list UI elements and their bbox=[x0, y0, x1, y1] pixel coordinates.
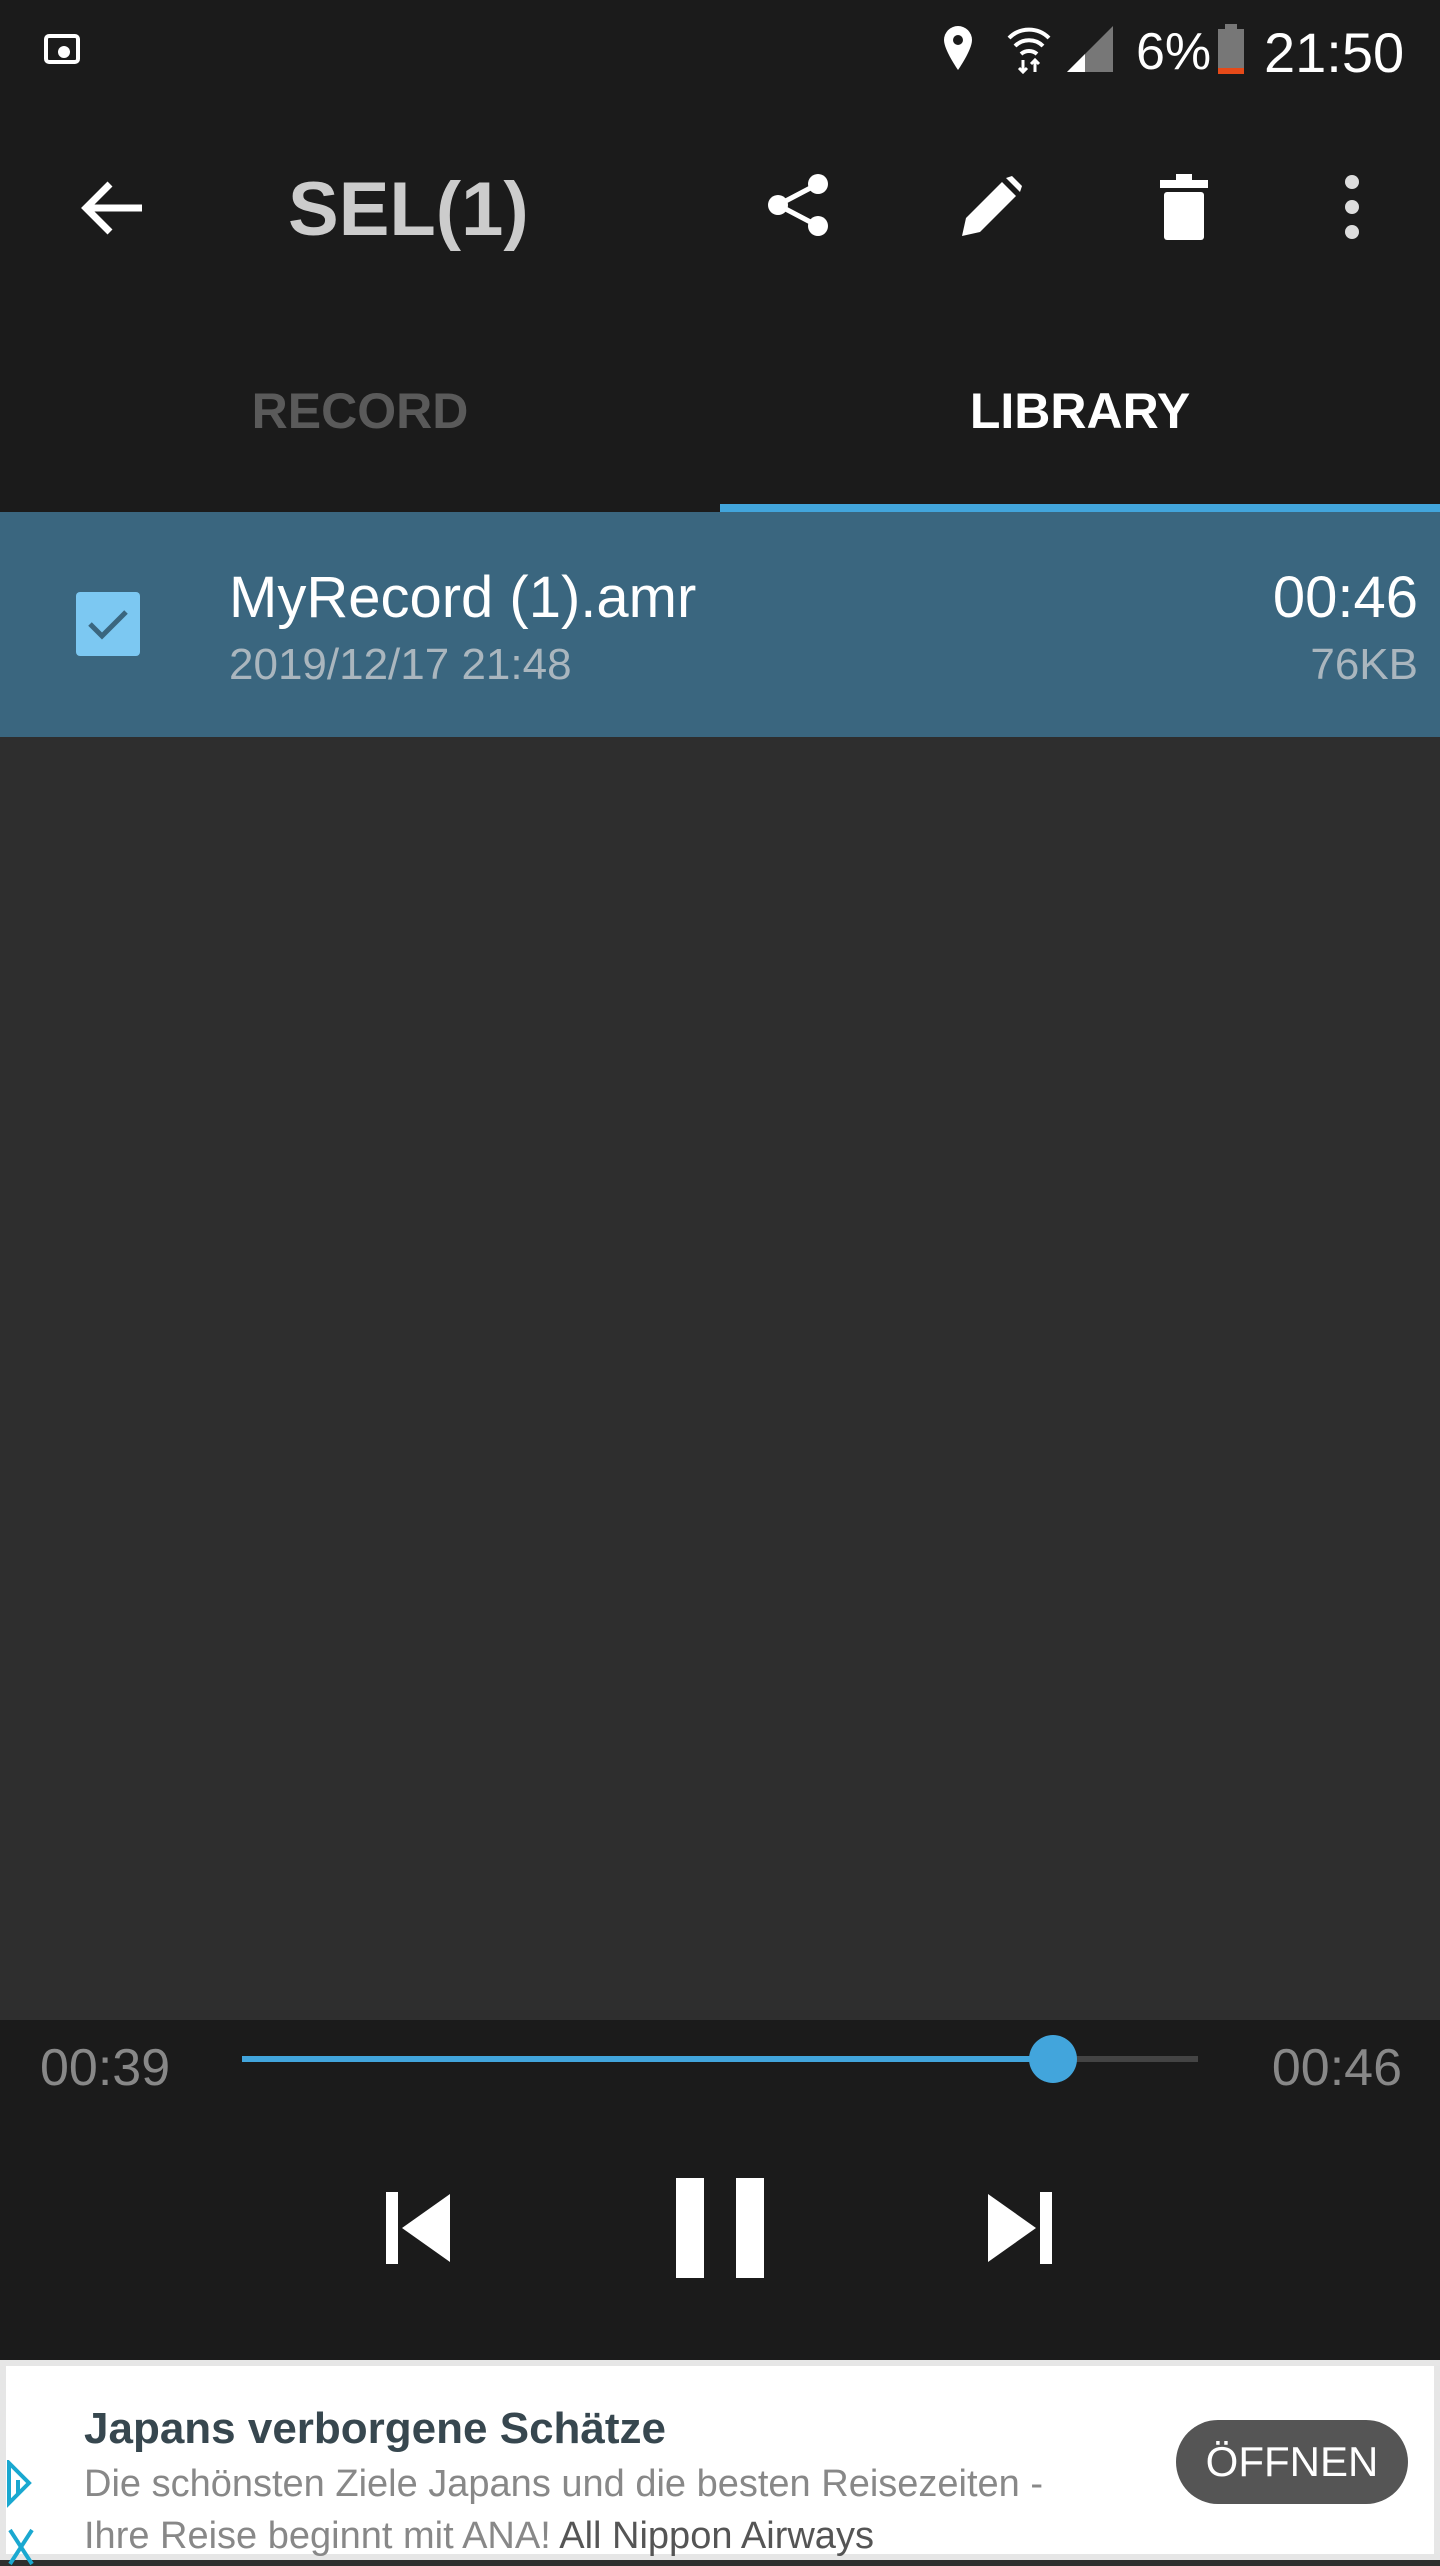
player-bar: 00:39 00:46 bbox=[0, 2020, 1440, 2360]
delete-trash-icon[interactable] bbox=[1158, 174, 1210, 240]
active-tab-indicator bbox=[720, 504, 1440, 512]
toolbar: SEL(1) bbox=[0, 100, 1440, 310]
pause-icon[interactable] bbox=[676, 2178, 764, 2278]
seek-bar[interactable] bbox=[242, 2035, 1198, 2083]
ad-choices-icon[interactable] bbox=[6, 2460, 32, 2508]
recording-date: 2019/12/17 21:48 bbox=[229, 640, 572, 689]
seek-progress bbox=[242, 2056, 1053, 2062]
ad-open-label: ÖFFNEN bbox=[1205, 2438, 1379, 2485]
ad-advertiser: All Nippon Airways bbox=[559, 2515, 874, 2557]
page-title: SEL(1) bbox=[288, 167, 529, 252]
status-bar: 6% 21:50 bbox=[0, 0, 1440, 100]
recording-size: 76KB bbox=[1310, 640, 1418, 689]
elapsed-time: 00:39 bbox=[40, 2039, 171, 2097]
next-icon[interactable] bbox=[986, 2192, 1052, 2264]
ad-body: Die schönsten Ziele Japans und die beste… bbox=[84, 2458, 1114, 2562]
notification-icon bbox=[44, 34, 84, 66]
clock: 21:50 bbox=[1264, 21, 1405, 84]
tab-bar: RECORD LIBRARY bbox=[0, 310, 1440, 512]
signal-icon bbox=[1065, 24, 1115, 74]
ad-open-button[interactable]: ÖFFNEN bbox=[1176, 2420, 1408, 2504]
ad-banner[interactable]: Japans verborgene Schätze Die schönsten … bbox=[0, 2360, 1440, 2566]
location-icon bbox=[940, 24, 976, 74]
seek-thumb[interactable] bbox=[1028, 2035, 1077, 2083]
ad-title: Japans verborgene Schätze bbox=[84, 2404, 667, 2453]
check-icon bbox=[88, 610, 128, 640]
recording-duration: 00:46 bbox=[1272, 565, 1418, 630]
back-arrow-icon[interactable] bbox=[76, 178, 146, 238]
tab-library[interactable]: LIBRARY bbox=[720, 310, 1440, 512]
wifi-icon bbox=[1005, 24, 1053, 74]
total-time: 00:46 bbox=[1271, 2039, 1402, 2097]
battery-icon bbox=[1216, 24, 1246, 74]
previous-icon[interactable] bbox=[386, 2192, 452, 2264]
share-icon[interactable] bbox=[766, 172, 832, 238]
recording-list-item[interactable]: MyRecord (1).amr 2019/12/17 21:48 00:46 … bbox=[0, 512, 1440, 737]
tab-record[interactable]: RECORD bbox=[0, 310, 720, 512]
edit-pencil-icon[interactable] bbox=[958, 174, 1024, 240]
more-options-icon[interactable] bbox=[1338, 174, 1366, 240]
battery-percent: 6% bbox=[1136, 23, 1212, 81]
ad-close-icon[interactable] bbox=[8, 2528, 34, 2566]
recording-name: MyRecord (1).amr bbox=[229, 565, 697, 630]
selection-checkbox[interactable] bbox=[76, 592, 140, 656]
